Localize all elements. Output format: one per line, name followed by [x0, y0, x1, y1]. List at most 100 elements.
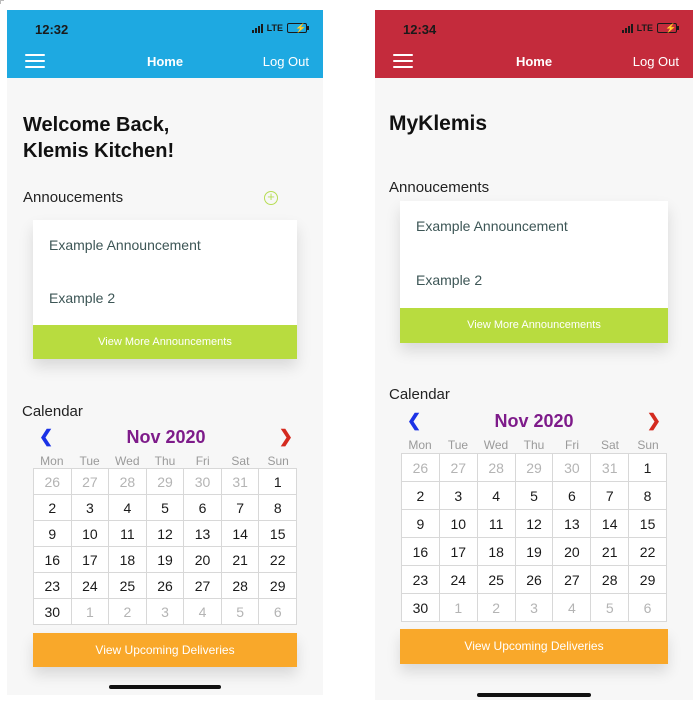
calendar-day[interactable]: 4 — [553, 594, 592, 622]
calendar-day[interactable]: 27 — [439, 454, 478, 482]
home-indicator[interactable] — [109, 685, 221, 689]
calendar-day[interactable]: 14 — [591, 510, 630, 538]
calendar-day[interactable]: 11 — [109, 521, 147, 547]
calendar-day[interactable]: 14 — [221, 521, 260, 547]
calendar-day[interactable]: 4 — [109, 495, 147, 521]
calendar-day[interactable]: 7 — [221, 495, 260, 521]
view-upcoming-deliveries-button[interactable]: View Upcoming Deliveries — [33, 633, 297, 667]
calendar-day[interactable]: 31 — [221, 469, 260, 495]
calendar-day[interactable]: 29 — [629, 566, 667, 594]
calendar-day[interactable]: 5 — [146, 495, 185, 521]
calendar-day[interactable]: 3 — [71, 495, 110, 521]
calendar-day[interactable]: 8 — [629, 482, 667, 510]
view-more-announcements-button[interactable]: View More Announcements — [33, 325, 297, 359]
view-upcoming-deliveries-button[interactable]: View Upcoming Deliveries — [400, 629, 668, 664]
calendar-day[interactable]: 6 — [553, 482, 592, 510]
calendar-day[interactable]: 25 — [477, 566, 516, 594]
calendar-day[interactable]: 10 — [439, 510, 478, 538]
calendar-day[interactable]: 8 — [259, 495, 297, 521]
calendar-day[interactable]: 1 — [259, 469, 297, 495]
calendar-day[interactable]: 28 — [477, 454, 516, 482]
announcement-item[interactable]: Example 2 — [416, 272, 482, 288]
calendar-day[interactable]: 4 — [477, 482, 516, 510]
calendar-grid: 26 27 28 29 30 31 1 2 3 4 5 6 7 8 9 10 11 12 13 14 15 16 17 18 1… — [33, 468, 297, 625]
calendar-day[interactable]: 3 — [146, 599, 185, 625]
calendar-day[interactable]: 12 — [515, 510, 554, 538]
calendar-day[interactable]: 23 — [402, 566, 440, 594]
calendar-day[interactable]: 30 — [553, 454, 592, 482]
calendar-day[interactable]: 26 — [34, 469, 72, 495]
calendar-day[interactable]: 1 — [439, 594, 478, 622]
calendar-day[interactable]: 23 — [34, 573, 72, 599]
calendar-day[interactable]: 17 — [71, 547, 110, 573]
calendar-day[interactable]: 26 — [515, 566, 554, 594]
home-indicator[interactable] — [477, 693, 591, 697]
calendar-day[interactable]: 9 — [402, 510, 440, 538]
calendar-day[interactable]: 1 — [71, 599, 110, 625]
calendar-day[interactable]: 22 — [259, 547, 297, 573]
calendar-day[interactable]: 5 — [221, 599, 260, 625]
calendar-day[interactable]: 15 — [629, 510, 667, 538]
calendar-day[interactable]: 6 — [629, 594, 667, 622]
calendar-day[interactable]: 29 — [146, 469, 185, 495]
announcement-item[interactable]: Example Announcement — [416, 218, 568, 234]
calendar-day[interactable]: 6 — [259, 599, 297, 625]
calendar-day[interactable]: 18 — [477, 538, 516, 566]
calendar-day[interactable]: 12 — [146, 521, 185, 547]
calendar-day[interactable]: 2 — [477, 594, 516, 622]
add-announcement-icon[interactable]: + — [264, 190, 278, 205]
logout-button[interactable]: Log Out — [263, 54, 309, 69]
calendar-day[interactable]: 17 — [439, 538, 478, 566]
calendar-day[interactable]: 13 — [553, 510, 592, 538]
calendar-day[interactable]: 26 — [402, 454, 440, 482]
calendar-day[interactable]: 1 — [629, 454, 667, 482]
calendar-day[interactable]: 11 — [477, 510, 516, 538]
calendar-day[interactable]: 19 — [515, 538, 554, 566]
calendar-day[interactable]: 26 — [146, 573, 185, 599]
calendar-day[interactable]: 28 — [109, 469, 147, 495]
calendar-day[interactable]: 21 — [591, 538, 630, 566]
calendar-day[interactable]: 22 — [629, 538, 667, 566]
calendar-day[interactable]: 31 — [591, 454, 630, 482]
calendar-day[interactable]: 28 — [591, 566, 630, 594]
calendar-day[interactable]: 2 — [402, 482, 440, 510]
calendar-day[interactable]: 6 — [184, 495, 222, 521]
calendar-day[interactable]: 19 — [146, 547, 185, 573]
calendar-day[interactable]: 29 — [259, 573, 297, 599]
calendar-day[interactable]: 30 — [402, 594, 440, 622]
calendar-day[interactable]: 27 — [71, 469, 110, 495]
calendar-day[interactable]: 16 — [402, 538, 440, 566]
calendar-day[interactable]: 10 — [71, 521, 110, 547]
calendar-day[interactable]: 16 — [34, 547, 72, 573]
announcement-item[interactable]: Example 2 — [49, 290, 115, 306]
calendar-day[interactable]: 27 — [184, 573, 222, 599]
calendar-day[interactable]: 29 — [515, 454, 554, 482]
calendar-day[interactable]: 20 — [184, 547, 222, 573]
calendar-day[interactable]: 27 — [553, 566, 592, 594]
announcement-item[interactable]: Example Announcement — [49, 237, 201, 253]
calendar-day[interactable]: 4 — [184, 599, 222, 625]
calendar-day[interactable]: 25 — [109, 573, 147, 599]
calendar-day[interactable]: 5 — [515, 482, 554, 510]
next-month-icon[interactable]: ❯ — [647, 411, 661, 431]
calendar-day[interactable]: 2 — [34, 495, 72, 521]
calendar-day[interactable]: 9 — [34, 521, 72, 547]
calendar-day[interactable]: 18 — [109, 547, 147, 573]
calendar-day[interactable]: 30 — [34, 599, 72, 625]
calendar-day[interactable]: 20 — [553, 538, 592, 566]
calendar-day[interactable]: 24 — [71, 573, 110, 599]
calendar-day[interactable]: 21 — [221, 547, 260, 573]
calendar-day[interactable]: 5 — [591, 594, 630, 622]
calendar-day[interactable]: 2 — [109, 599, 147, 625]
view-more-announcements-button[interactable]: View More Announcements — [400, 308, 668, 343]
calendar-day[interactable]: 15 — [259, 521, 297, 547]
calendar-day[interactable]: 3 — [515, 594, 554, 622]
calendar-day[interactable]: 24 — [439, 566, 478, 594]
next-month-icon[interactable]: ❯ — [279, 427, 293, 447]
calendar-day[interactable]: 13 — [184, 521, 222, 547]
calendar-day[interactable]: 3 — [439, 482, 478, 510]
calendar-day[interactable]: 7 — [591, 482, 630, 510]
calendar-day[interactable]: 30 — [184, 469, 222, 495]
logout-button[interactable]: Log Out — [633, 54, 679, 69]
calendar-day[interactable]: 28 — [221, 573, 260, 599]
